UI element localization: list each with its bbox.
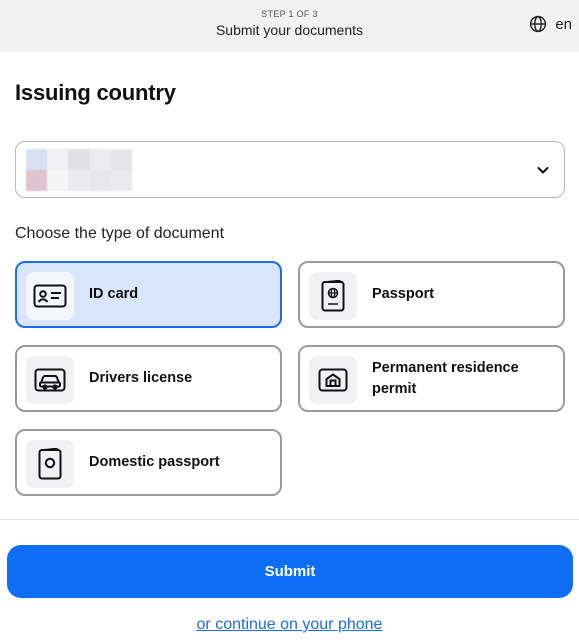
passport-icon [321, 280, 345, 312]
language-selector[interactable]: en [529, 14, 572, 34]
issuing-country-select[interactable] [15, 141, 565, 198]
document-type-label: Choose the type of document [15, 225, 225, 242]
footer-divider [0, 519, 579, 520]
doc-option-label: Permanent residence permit [372, 359, 519, 397]
id-card-icon [33, 284, 67, 308]
submit-button[interactable]: Submit [7, 545, 573, 598]
domestic-passport-icon [38, 448, 62, 480]
doc-option-domestic-passport[interactable]: Domestic passport [15, 429, 282, 496]
car-icon [34, 368, 66, 392]
header-title: Submit your documents [215, 22, 364, 38]
doc-option-drivers-license[interactable]: Drivers license [15, 345, 282, 412]
doc-option-label: ID card [89, 286, 139, 302]
doc-option-residence-permit[interactable]: Permanent residence permit [298, 345, 565, 412]
top-bar: STEP 1 OF 3 Submit your documents en [0, 0, 579, 52]
house-icon [318, 368, 348, 392]
country-value-blurred [26, 149, 132, 191]
doc-option-label: Drivers license [89, 370, 193, 386]
page-title: Issuing country [15, 80, 176, 105]
continue-on-phone-link[interactable]: or continue on your phone [0, 616, 579, 634]
doc-option-label: Passport [372, 286, 435, 302]
step-indicator: STEP 1 OF 3 [261, 9, 318, 19]
doc-option-id-card[interactable]: ID card [15, 261, 282, 328]
doc-option-label: Domestic passport [89, 454, 220, 470]
chevron-down-icon [537, 167, 549, 174]
doc-option-passport[interactable]: Passport [298, 261, 565, 328]
globe-icon [530, 15, 547, 33]
language-code: en [555, 15, 572, 33]
